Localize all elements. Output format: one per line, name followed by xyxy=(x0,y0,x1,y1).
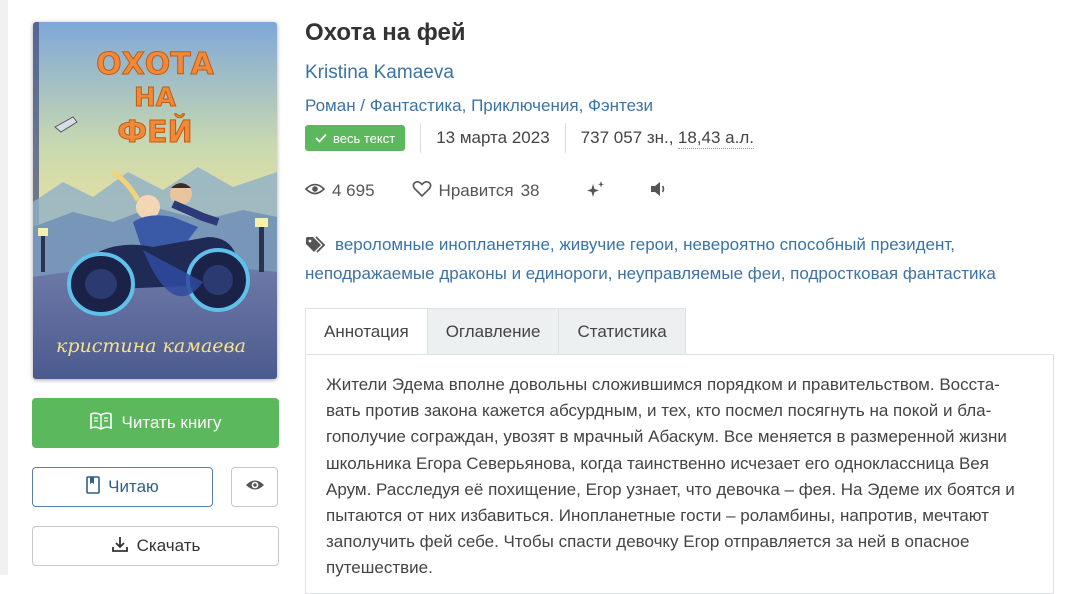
awards-button[interactable] xyxy=(586,180,606,203)
heart-icon xyxy=(412,180,432,203)
author-link[interactable]: Kristina Kamaeva xyxy=(305,62,454,84)
annotation-text: Жители Эдема вполне довольны сложившимся… xyxy=(326,375,1015,578)
cover-title-line1: ОХОТА xyxy=(96,47,215,82)
tab-annotation[interactable]: Аннотация xyxy=(305,308,428,355)
tag-link[interactable]: вероломные инопланетяне xyxy=(335,235,550,254)
bookmark-book-icon xyxy=(86,475,100,499)
genre-separator: / xyxy=(355,96,370,115)
annotation-panel: Жители Эдема вполне довольны сложившимся… xyxy=(305,354,1054,594)
size-chars: 737 057 зн., xyxy=(580,128,674,147)
tag-link[interactable]: подростковая фантастика xyxy=(790,264,996,283)
stats-row: 4 695 Нравится 38 xyxy=(304,178,668,204)
genre-main[interactable]: Роман xyxy=(305,96,356,115)
watch-button[interactable] xyxy=(231,467,278,507)
genres-line: Роман / Фантастика, Приключения, Фэнтези xyxy=(305,96,653,115)
divider xyxy=(420,123,422,153)
check-icon xyxy=(315,131,327,146)
meta-row: весь текст 13 марта 2023 737 057 зн., 18… xyxy=(305,123,755,153)
tags-block: вероломные инопланетяне, живучие герои, … xyxy=(305,235,996,283)
download-button[interactable]: Скачать xyxy=(32,526,279,566)
read-book-button[interactable]: Читать книгу xyxy=(32,398,279,448)
genre-link[interactable]: Фэнтези xyxy=(588,96,653,115)
likes-label: Нравится xyxy=(438,181,514,200)
views-stat: 4 695 xyxy=(304,181,375,201)
book-cover[interactable]: ОХОТА НА ФЕЙ кристина камаева xyxy=(33,22,277,379)
read-book-label: Читать книгу xyxy=(121,413,222,432)
open-book-icon xyxy=(89,411,112,435)
tags-icon xyxy=(305,235,329,261)
tab-statistics[interactable]: Статистика xyxy=(559,308,686,355)
tag-link[interactable]: живучие герои xyxy=(559,235,673,254)
left-edge xyxy=(0,0,8,575)
publish-date: 13 марта 2023 xyxy=(436,128,550,147)
views-count: 4 695 xyxy=(332,181,375,200)
tag-link[interactable]: неуправляемые феи xyxy=(617,264,781,283)
divider xyxy=(564,123,566,153)
full-text-badge: весь текст xyxy=(305,125,406,151)
cover-title-line3: ФЕЙ xyxy=(117,114,192,150)
download-icon xyxy=(111,535,129,558)
tab-contents[interactable]: Оглавление xyxy=(427,308,560,355)
reading-button[interactable]: Читаю xyxy=(32,467,213,507)
cover-title-line2: НА xyxy=(134,83,176,113)
size-author-sheets: 18,43 а.л. xyxy=(677,127,755,149)
cover-author: кристина камаева xyxy=(56,335,246,357)
tag-link[interactable]: невероятно способный президент xyxy=(683,235,950,254)
genre-link[interactable]: Фантастика xyxy=(370,96,462,115)
reading-label: Читаю xyxy=(108,477,159,496)
eye-icon xyxy=(304,181,326,201)
cover-art: ОХОТА НА ФЕЙ кристина камаева xyxy=(33,22,277,379)
full-text-label: весь текст xyxy=(333,130,396,146)
tabs-bar: Аннотация Оглавление Статистика xyxy=(305,308,686,355)
download-label: Скачать xyxy=(136,536,201,555)
tag-link[interactable]: неподражаемые драконы и единороги xyxy=(305,264,608,283)
book-title: Охота на фей xyxy=(305,19,466,46)
speaker-icon xyxy=(650,181,668,202)
genre-link[interactable]: Приключения xyxy=(471,96,579,115)
likes-count: 38 xyxy=(520,181,540,200)
sparkles-icon xyxy=(586,180,606,203)
eye-icon xyxy=(245,477,265,497)
like-button[interactable]: Нравится 38 xyxy=(412,180,540,203)
audio-button[interactable] xyxy=(650,181,668,202)
